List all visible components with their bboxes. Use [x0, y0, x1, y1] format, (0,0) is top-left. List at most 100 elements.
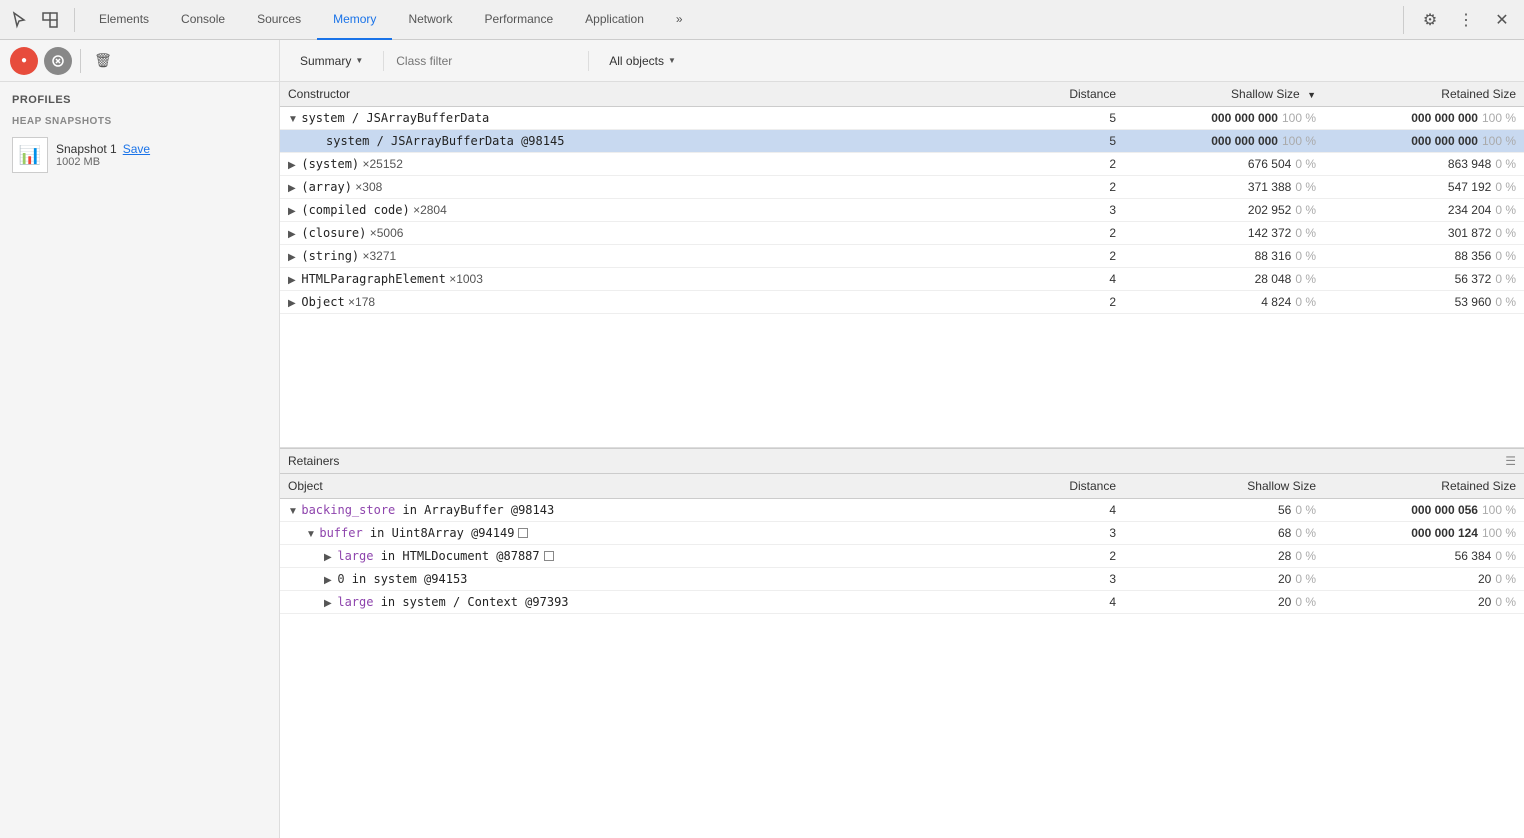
table-row[interactable]: ▶ (array) ×3082371 3880 %547 1920 % — [280, 176, 1524, 199]
table-row[interactable]: ▶ large in HTMLDocument @878872280 %56 3… — [280, 544, 1524, 567]
expand-arrow[interactable]: ▶ — [288, 275, 298, 286]
expand-arrow[interactable]: ▶ — [288, 160, 298, 171]
shallow-cell: 676 5040 % — [1124, 153, 1324, 176]
retainer-object-cell: ▶ large in system / Context @97393 — [280, 590, 1044, 613]
class-filter-input[interactable] — [396, 54, 576, 68]
snapshot-size: 1002 MB — [56, 156, 150, 168]
filter-divider-2 — [588, 51, 589, 71]
constructor-cell: ▶ (system) ×25152 — [280, 153, 1044, 176]
ret-col-object[interactable]: Object — [280, 474, 1044, 499]
filter-divider-1 — [383, 51, 384, 71]
heap-snapshots-title: HEAP SNAPSHOTS — [0, 110, 279, 131]
distance-cell: 5 — [1044, 107, 1124, 130]
tab-performance[interactable]: Performance — [468, 0, 569, 40]
table-row[interactable]: ▶ large in system / Context @973934200 %… — [280, 590, 1524, 613]
table-row[interactable]: ▶ Object ×17824 8240 %53 9600 % — [280, 291, 1524, 314]
expand-arrow[interactable]: ▶ — [288, 183, 298, 194]
ret-shallow-cell: 200 % — [1124, 567, 1324, 590]
distance-cell: 4 — [1044, 268, 1124, 291]
tab-console[interactable]: Console — [165, 0, 241, 40]
retained-cell: 863 9480 % — [1324, 153, 1524, 176]
shallow-cell: 142 3720 % — [1124, 222, 1324, 245]
table-row[interactable]: ▶ (system) ×251522676 5040 %863 9480 % — [280, 153, 1524, 176]
expand-arrow[interactable]: ▶ — [288, 229, 298, 240]
retained-cell: 56 3720 % — [1324, 268, 1524, 291]
ret-retained-cell: 200 % — [1324, 567, 1524, 590]
sidebar-toolbar: ● 🗑 — [0, 40, 279, 82]
expand-arrow[interactable]: ▼ — [288, 114, 298, 125]
more-menu-button[interactable]: ⋮ — [1452, 6, 1480, 34]
ret-retained-cell: 000 000 056100 % — [1324, 498, 1524, 521]
summary-label: Summary — [300, 54, 351, 68]
shallow-cell: 88 3160 % — [1124, 245, 1324, 268]
inspect-icon[interactable] — [38, 8, 62, 32]
expand-arrow[interactable]: ▶ — [288, 252, 298, 263]
close-button[interactable]: ✕ — [1488, 6, 1516, 34]
snapshot-item[interactable]: 📊 Snapshot 1 Save 1002 MB — [0, 131, 279, 179]
tab-more[interactable]: » — [660, 0, 699, 40]
table-row[interactable]: system / JSArrayBufferData @981455000 00… — [280, 130, 1524, 153]
retained-cell: 547 1920 % — [1324, 176, 1524, 199]
table-row[interactable]: ▶ (string) ×3271288 3160 %88 3560 % — [280, 245, 1524, 268]
cursor-icons — [8, 8, 75, 32]
toolbar-divider — [80, 49, 81, 73]
distance-cell: 2 — [1044, 176, 1124, 199]
tab-memory[interactable]: Memory — [317, 0, 392, 40]
retainer-object-cell: ▼ buffer in Uint8Array @94149 — [280, 521, 1044, 544]
expand-arrow[interactable]: ▶ — [288, 206, 298, 217]
snapshot-info: Snapshot 1 Save 1002 MB — [56, 142, 150, 168]
table-row[interactable]: ▼ system / JSArrayBufferData5 000 000 000… — [280, 107, 1524, 130]
constructor-cell: system / JSArrayBufferData @98145 — [280, 130, 1044, 153]
cursor-icon[interactable] — [8, 8, 32, 32]
tab-elements[interactable]: Elements — [83, 0, 165, 40]
retained-cell: 53 9600 % — [1324, 291, 1524, 314]
col-distance[interactable]: Distance — [1044, 82, 1124, 107]
summary-dropdown[interactable]: Summary ▼ — [292, 50, 371, 72]
delete-button[interactable]: 🗑 — [89, 47, 117, 75]
expand-arrow[interactable]: ▶ — [288, 298, 298, 309]
ret-retained-cell: 000 000 124100 % — [1324, 521, 1524, 544]
snapshot-icon: 📊 — [12, 137, 48, 173]
tab-network[interactable]: Network — [392, 0, 468, 40]
snapshot-name-text: Snapshot 1 — [56, 142, 117, 156]
ret-col-shallow[interactable]: Shallow Size — [1124, 474, 1324, 499]
retained-cell: 234 2040 % — [1324, 199, 1524, 222]
main-layout: ● 🗑 Profiles HEAP SNAPSHOTS 📊 Snapshot 1… — [0, 40, 1524, 838]
table-row[interactable]: ▼ backing_store in ArrayBuffer @98143456… — [280, 498, 1524, 521]
shallow-cell: 371 3880 % — [1124, 176, 1324, 199]
ret-col-retained[interactable]: Retained Size — [1324, 474, 1524, 499]
col-retained[interactable]: Retained Size — [1324, 82, 1524, 107]
tab-sources[interactable]: Sources — [241, 0, 317, 40]
all-objects-dropdown[interactable]: All objects ▼ — [601, 50, 684, 72]
retained-cell: 000 000 000100 % — [1324, 107, 1524, 130]
table-row[interactable]: ▶ 0 in system @941533200 %200 % — [280, 567, 1524, 590]
ret-shallow-cell: 560 % — [1124, 498, 1324, 521]
snapshot-name: Snapshot 1 Save — [56, 142, 150, 156]
col-constructor[interactable]: Constructor — [280, 82, 1044, 107]
settings-button[interactable]: ⚙ — [1416, 6, 1444, 34]
retainers-table-container[interactable]: Object Distance Shallow Size Retained Si… — [280, 474, 1524, 838]
retainers-title: Retainers — [288, 454, 339, 468]
table-row[interactable]: ▶ HTMLParagraphElement ×1003428 0480 %56… — [280, 268, 1524, 291]
table-row[interactable]: ▶ (closure) ×50062142 3720 %301 8720 % — [280, 222, 1524, 245]
main-table-container[interactable]: Constructor Distance Shallow Size ▼ Reta… — [280, 82, 1524, 448]
distance-cell: 2 — [1044, 222, 1124, 245]
col-shallow[interactable]: Shallow Size ▼ — [1124, 82, 1324, 107]
table-row[interactable]: ▼ buffer in Uint8Array @941493680 %000 0… — [280, 521, 1524, 544]
ret-retained-cell: 56 3840 % — [1324, 544, 1524, 567]
distance-cell: 2 — [1044, 291, 1124, 314]
ret-col-distance[interactable]: Distance — [1044, 474, 1124, 499]
constructor-cell: ▶ HTMLParagraphElement ×1003 — [280, 268, 1044, 291]
retainers-table: Object Distance Shallow Size Retained Si… — [280, 474, 1524, 614]
retainers-header: Retainers ☰ — [280, 448, 1524, 474]
all-objects-label: All objects — [609, 54, 664, 68]
record-button[interactable]: ● — [10, 47, 38, 75]
constructor-cell: ▼ system / JSArrayBufferData — [280, 107, 1044, 130]
retainer-object-cell: ▶ 0 in system @94153 — [280, 567, 1044, 590]
stop-button[interactable] — [44, 47, 72, 75]
table-row[interactable]: ▶ (compiled code) ×28043202 9520 %234 20… — [280, 199, 1524, 222]
tab-application[interactable]: Application — [569, 0, 660, 40]
ret-distance-cell: 3 — [1044, 567, 1124, 590]
ret-distance-cell: 2 — [1044, 544, 1124, 567]
snapshot-save-link[interactable]: Save — [123, 142, 150, 156]
